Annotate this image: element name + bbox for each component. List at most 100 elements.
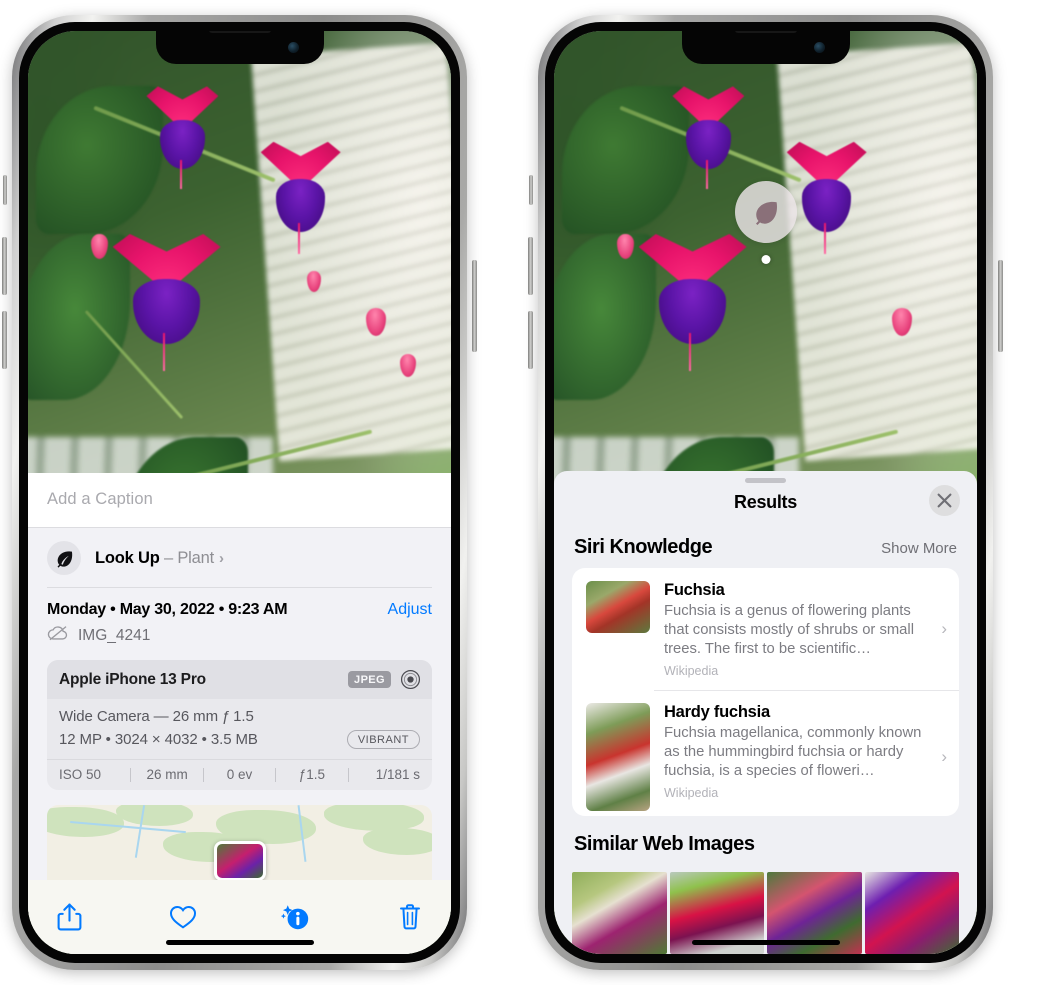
- map-green-6: [362, 827, 432, 855]
- location-map-section[interactable]: [47, 805, 432, 880]
- siri-knowledge-cards: Fuchsia Fuchsia is a genus of flowering …: [572, 567, 959, 816]
- look-up-dash: –: [163, 548, 173, 567]
- close-icon[interactable]: [929, 484, 960, 516]
- metadata-filename-row: IMG_4241: [47, 625, 432, 646]
- knowledge-card-hardy-fuchsia[interactable]: Hardy fuchsia Fuchsia magellanica, commo…: [572, 689, 959, 816]
- metadata-block: Monday • May 30, 2022 • 9:23 AM Adjust I…: [28, 588, 451, 646]
- front-camera-right: [813, 42, 825, 53]
- chevron-right-icon: ›: [218, 549, 224, 567]
- earpiece-speaker-right: [734, 31, 797, 33]
- look-up-subject: Plant: [177, 548, 214, 567]
- right-phone-device: Results Siri Knowledge Show More Fuchsia…: [528, 15, 1003, 970]
- knowledge-card-fuchsia[interactable]: Fuchsia Fuchsia is a genus of flowering …: [572, 568, 959, 690]
- right-phone-bezel: Results Siri Knowledge Show More Fuchsia…: [545, 22, 986, 963]
- screenshot-stage: Add a Caption ✦ ✦ Look Up: [0, 0, 1055, 985]
- visual-look-up-badge[interactable]: [734, 181, 797, 243]
- photo-blossom-r3: [638, 234, 747, 371]
- home-indicator-left: [165, 940, 314, 945]
- photo-blossom-3: [112, 234, 221, 371]
- mute-switch-right[interactable]: [529, 175, 533, 205]
- map-green-2: [116, 805, 194, 826]
- web-image-thumb[interactable]: [864, 872, 959, 954]
- knowledge-card-body: Hardy fuchsia Fuchsia magellanica, commo…: [664, 703, 941, 800]
- adjust-button[interactable]: Adjust: [388, 601, 432, 619]
- look-up-title: Look Up: [95, 548, 160, 567]
- exif-settings-row: ISO 50 26 mm 0 ev ƒ1.5 1/181 s: [47, 760, 432, 790]
- knowledge-card-description: Fuchsia is a genus of flowering plants t…: [664, 602, 914, 657]
- knowledge-thumbnail: [586, 580, 650, 633]
- front-camera: [287, 42, 299, 53]
- exif-aperture: ƒ1.5: [298, 767, 326, 782]
- left-phone-device: Add a Caption ✦ ✦ Look Up: [2, 15, 477, 970]
- exif-card[interactable]: Apple iPhone 13 Pro JPEG Wide Camera — 2…: [47, 660, 432, 790]
- volume-up-button[interactable]: [2, 237, 7, 295]
- exif-body: Wide Camera — 26 mm ƒ 1.5 12 MP • 3024 ×…: [47, 699, 432, 760]
- knowledge-card-description: Fuchsia magellanica, commonly known as t…: [664, 724, 922, 779]
- exif-exposure: 0 ev: [226, 767, 253, 782]
- similar-web-images-title: Similar Web Images: [574, 833, 755, 855]
- volume-down-button[interactable]: [2, 311, 7, 369]
- knowledge-card-title: Fuchsia: [664, 580, 725, 599]
- knowledge-thumbnail: [586, 702, 650, 811]
- power-button-right[interactable]: [998, 260, 1003, 352]
- left-phone-screen: Add a Caption ✦ ✦ Look Up: [28, 31, 451, 954]
- exif-size-line: 12 MP • 3024 × 4032 • 3.5 MB: [59, 731, 258, 748]
- map-photo-pin[interactable]: [213, 841, 266, 880]
- format-badge: JPEG: [348, 671, 391, 688]
- knowledge-card-title: Hardy fuchsia: [664, 702, 770, 721]
- chevron-right-icon: ›: [941, 746, 947, 766]
- similar-web-images-header: Similar Web Images: [554, 816, 977, 860]
- left-phone-bezel: Add a Caption ✦ ✦ Look Up: [19, 22, 460, 963]
- sheet-header: Results: [554, 483, 977, 519]
- earpiece-speaker: [208, 31, 271, 33]
- volume-up-button-right[interactable]: [528, 237, 533, 295]
- siri-knowledge-header: Siri Knowledge Show More: [554, 519, 977, 568]
- volume-down-button-right[interactable]: [528, 311, 533, 369]
- power-button[interactable]: [472, 260, 477, 352]
- right-phone-screen: Results Siri Knowledge Show More Fuchsia…: [554, 31, 977, 954]
- favorite-heart-icon[interactable]: [168, 902, 198, 932]
- cloud-slash-icon: [47, 625, 69, 646]
- device-notch: [155, 31, 324, 64]
- metadata-date-row: Monday • May 30, 2022 • 9:23 AM Adjust: [47, 601, 432, 619]
- exif-header: Apple iPhone 13 Pro JPEG: [47, 660, 432, 699]
- exif-shutter: 1/181 s: [375, 767, 421, 782]
- look-up-row[interactable]: ✦ ✦ Look Up – Plant›: [28, 521, 451, 588]
- exif-iso: ISO 50: [59, 767, 102, 782]
- photo-info-panel: Add a Caption ✦ ✦ Look Up: [28, 473, 451, 954]
- photo-blossom-r2: [786, 141, 867, 254]
- look-up-label: Look Up – Plant ›: [95, 549, 224, 568]
- lens-aperture-icon: [400, 669, 421, 690]
- location-map[interactable]: [47, 805, 432, 880]
- photo-blossom-1: [146, 86, 219, 189]
- device-notch-right: [681, 31, 850, 64]
- knowledge-card-source: Wikipedia: [664, 663, 719, 678]
- map-green-4: [324, 805, 425, 831]
- siri-knowledge-title: Siri Knowledge: [574, 535, 713, 558]
- caption-input[interactable]: Add a Caption: [47, 490, 432, 509]
- trash-icon[interactable]: [395, 902, 425, 932]
- photo-date: Monday • May 30, 2022 • 9:23 AM: [47, 601, 288, 618]
- chevron-right-icon: ›: [941, 619, 947, 639]
- knowledge-card-source: Wikipedia: [664, 785, 719, 800]
- results-sheet: Results Siri Knowledge Show More Fuchsia…: [554, 471, 977, 954]
- exif-lens-line: Wide Camera — 26 mm ƒ 1.5: [59, 708, 254, 725]
- photo-porch-siding: [250, 43, 451, 462]
- exif-size-row: 12 MP • 3024 × 4032 • 3.5 MB VIBRANT: [59, 730, 420, 749]
- leaf-icon: [47, 541, 81, 575]
- web-image-thumb[interactable]: [572, 872, 667, 954]
- exif-focal: 26 mm: [146, 767, 188, 782]
- photographic-style-badge: VIBRANT: [346, 730, 420, 749]
- photo-filename: IMG_4241: [78, 626, 151, 644]
- show-more-button[interactable]: Show More: [881, 540, 957, 557]
- photo-porch-siding-right: [776, 43, 977, 462]
- sheet-title: Results: [734, 491, 797, 512]
- exif-device-name: Apple iPhone 13 Pro: [59, 670, 206, 688]
- home-indicator-right: [691, 940, 840, 945]
- share-icon[interactable]: [54, 902, 84, 932]
- visual-look-up-anchor-dot: [761, 255, 770, 264]
- knowledge-card-body: Fuchsia Fuchsia is a genus of flowering …: [664, 581, 941, 678]
- mute-switch[interactable]: [3, 175, 7, 205]
- info-sparkle-icon[interactable]: [281, 902, 311, 932]
- caption-field-row[interactable]: Add a Caption: [28, 473, 451, 528]
